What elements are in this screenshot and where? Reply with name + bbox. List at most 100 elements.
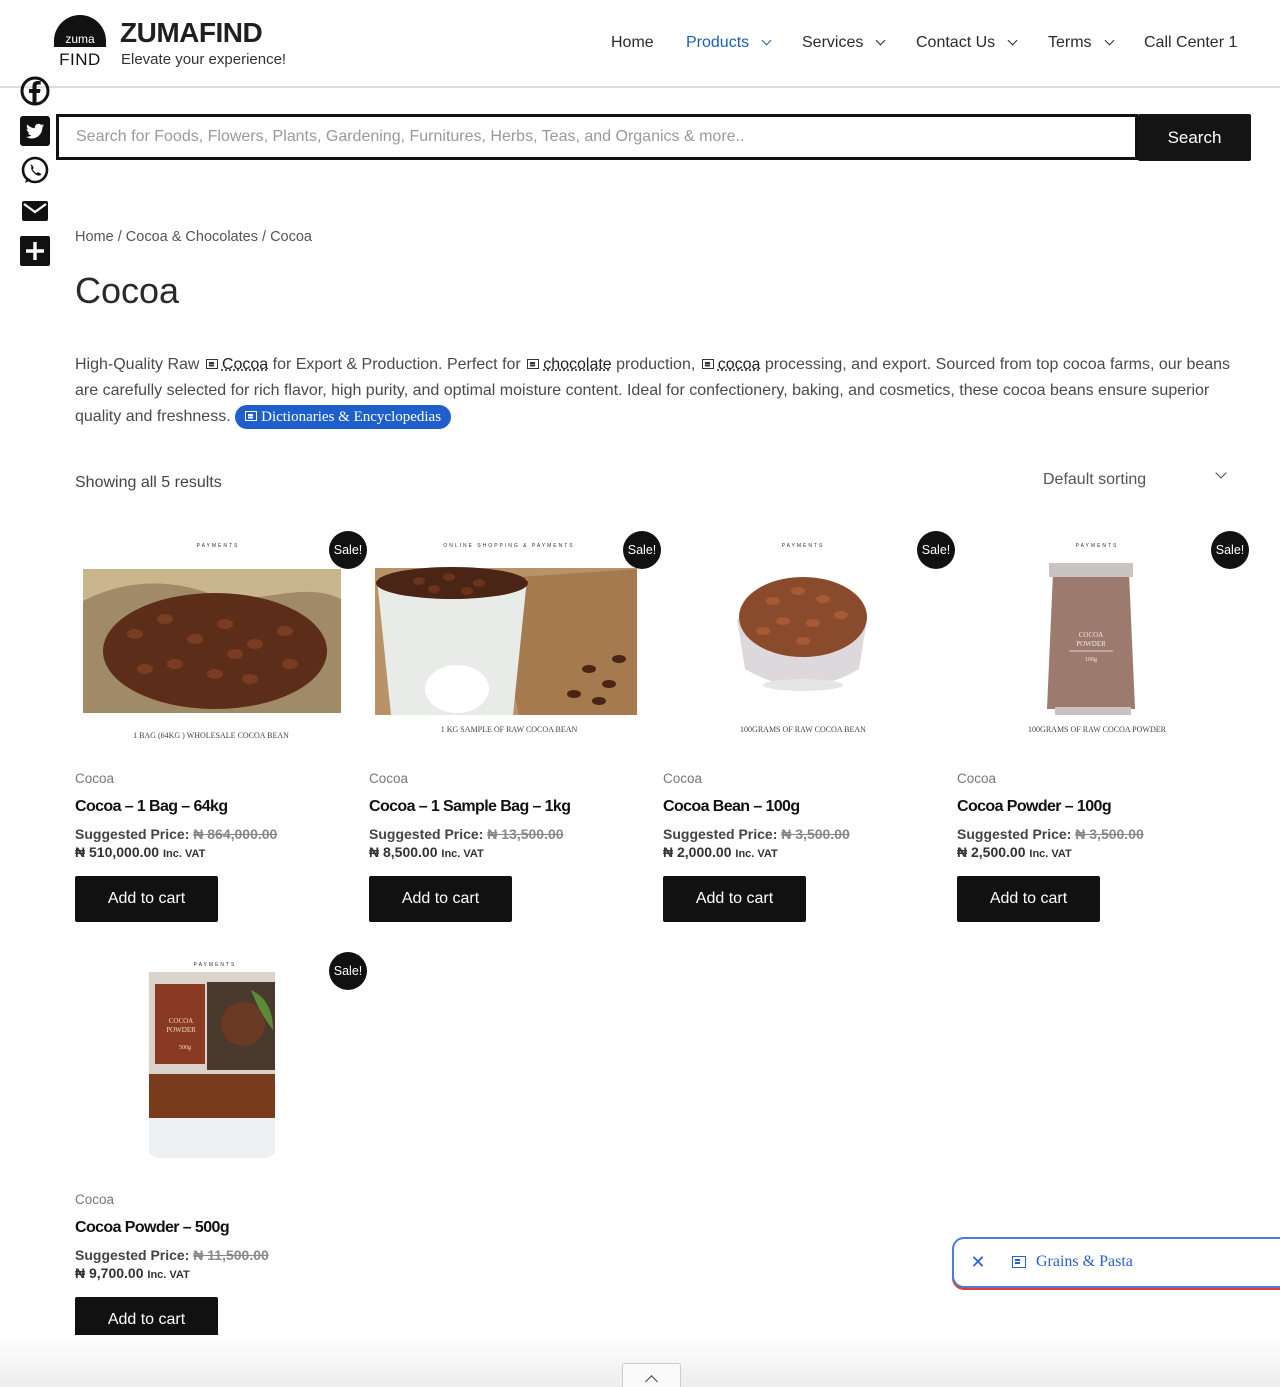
old-price: ₦ 864,000.00 <box>193 826 278 842</box>
dictionary-icon <box>1012 1256 1026 1268</box>
add-to-cart-button[interactable]: Add to cart <box>663 876 806 922</box>
twitter-icon[interactable] <box>18 114 52 148</box>
dictionary-icon <box>205 359 218 369</box>
breadcrumb-category[interactable]: Cocoa & Chocolates <box>126 229 258 245</box>
keyword-link[interactable]: Cocoa <box>222 356 268 373</box>
sale-price: ₦ 8,500.00 Inc. VAT <box>369 844 651 860</box>
product-category[interactable]: Cocoa <box>369 771 651 786</box>
vat-label: Inc. VAT <box>147 1269 190 1281</box>
site-tagline: Elevate your experience! <box>121 51 287 68</box>
dictionaries-pill[interactable]: Dictionaries & Encyclopedias <box>235 405 452 429</box>
image-caption: 100GRAMS OF RAW COCOA BEAN <box>740 725 866 734</box>
sort-select[interactable]: Default sorting <box>1030 466 1235 494</box>
image-caption: 1 KG SAMPLE OF RAW COCOA BEAN <box>441 725 578 734</box>
nav-contact-us[interactable]: Contact Us <box>916 34 1018 52</box>
old-price: ₦ 13,500.00 <box>487 826 564 842</box>
svg-text:100g: 100g <box>1085 657 1097 663</box>
chevron-down-icon <box>875 35 886 46</box>
facebook-icon[interactable] <box>18 74 52 108</box>
search-button[interactable]: Search <box>1138 114 1251 161</box>
product-image[interactable]: PAYMENTS 1 BAG (64KG ) WHOLESALE COCOA B… <box>75 531 367 755</box>
scroll-to-top-button[interactable] <box>622 1363 681 1387</box>
breadcrumb-home[interactable]: Home <box>75 229 114 245</box>
floating-category-chip: ✕ Grains & Pasta <box>952 1237 1280 1288</box>
chevron-down-icon <box>1104 35 1115 46</box>
product-title[interactable]: Cocoa Powder – 500g <box>75 1219 357 1237</box>
email-icon[interactable] <box>18 194 52 228</box>
product-title[interactable]: Cocoa Powder – 100g <box>957 798 1239 816</box>
keyword-link[interactable]: chocolate <box>543 356 612 373</box>
chip-link[interactable]: Grains & Pasta <box>1010 1253 1133 1271</box>
vat-label: Inc. VAT <box>441 848 484 860</box>
product-image[interactable]: PAYMENTS COCOA POWDER 100g 100GRAMS OF R… <box>957 531 1249 755</box>
product-card: PAYMENTS COCOA POWDER 100g 100GRAMS OF R… <box>957 531 1249 922</box>
sale-price: ₦ 9,700.00 Inc. VAT <box>75 1265 357 1281</box>
add-to-cart-button[interactable]: Add to cart <box>957 876 1100 922</box>
product-category[interactable]: Cocoa <box>75 771 357 786</box>
image-caption: 100GRAMS OF RAW COCOA POWDER <box>1028 725 1167 734</box>
logo-text-bottom: FIND <box>59 50 101 69</box>
product-title[interactable]: Cocoa – 1 Bag – 64kg <box>75 798 357 816</box>
social-share-rail <box>18 74 52 274</box>
chip-label: Grains & Pasta <box>1036 1253 1133 1270</box>
site-title[interactable]: ZUMAFIND <box>120 17 263 49</box>
product-title[interactable]: Cocoa Bean – 100g <box>663 798 945 816</box>
product-category[interactable]: Cocoa <box>663 771 945 786</box>
nav-label: Contact Us <box>916 34 996 51</box>
site-logo[interactable]: zuma FIND <box>54 15 106 69</box>
whatsapp-icon[interactable] <box>18 154 52 188</box>
add-to-cart-button[interactable]: Add to cart <box>369 876 512 922</box>
sale-price: ₦ 2,500.00 Inc. VAT <box>957 844 1239 860</box>
sale-badge: Sale! <box>917 531 955 569</box>
product-title[interactable]: Cocoa – 1 Sample Bag – 1kg <box>369 798 651 816</box>
nav-home[interactable]: Home <box>611 34 654 52</box>
suggested-price: Suggested Price: ₦ 3,500.00 <box>957 826 1239 842</box>
share-plus-icon[interactable] <box>18 234 52 268</box>
vat-label: Inc. VAT <box>162 848 206 860</box>
product-category[interactable]: Cocoa <box>75 1192 357 1207</box>
product-image[interactable]: PAYMENTS 100GRAMS OF RAW COCOA BEAN Sale… <box>663 531 955 755</box>
nav-products[interactable]: Products <box>686 34 772 52</box>
sale-badge: Sale! <box>1211 531 1249 569</box>
add-to-cart-button[interactable]: Add to cart <box>75 876 218 922</box>
product-image[interactable]: PAYMENTS COCOA POWDER 500g Sale! <box>75 952 367 1176</box>
nav-label: Products <box>686 34 750 51</box>
category-description: High-Quality Raw Cocoa for Export & Prod… <box>75 352 1235 430</box>
dictionary-icon <box>527 359 540 369</box>
suggested-price: Suggested Price: ₦ 3,500.00 <box>663 826 945 842</box>
keyword-link[interactable]: cocoa <box>718 356 761 373</box>
price-label: Suggested Price: <box>369 826 484 842</box>
suggested-price: Suggested Price: ₦ 13,500.00 <box>369 826 651 842</box>
new-price: ₦ 8,500.00 <box>369 844 438 860</box>
product-image[interactable]: ONLINE SHOPPING & PAYMENTS 1 KG SAMPLE O… <box>369 531 661 755</box>
new-price: ₦ 2,500.00 <box>957 844 1026 860</box>
nav-call-center[interactable]: Call Center 1 <box>1144 34 1237 52</box>
search-field-wrapper <box>56 114 1138 160</box>
nav-label: Call Center 1 <box>1144 34 1238 51</box>
price-label: Suggested Price: <box>663 826 778 842</box>
nav-terms[interactable]: Terms <box>1048 34 1115 52</box>
old-price: ₦ 3,500.00 <box>781 826 850 842</box>
svg-text:500g: 500g <box>179 1045 191 1051</box>
old-price: ₦ 3,500.00 <box>1075 826 1144 842</box>
product-card: PAYMENTS 100GRAMS OF RAW COCOA BEAN Sale… <box>663 531 955 922</box>
vat-label: Inc. VAT <box>1029 848 1072 860</box>
nav-label: Home <box>611 34 654 51</box>
product-card: PAYMENTS COCOA POWDER 500g Sale! Cocoa C… <box>75 952 367 1343</box>
chevron-down-icon <box>761 35 772 46</box>
sale-badge: Sale! <box>329 952 367 990</box>
price-label: Suggested Price: <box>75 1247 190 1263</box>
image-caption: 1 BAG (64KG ) WHOLESALE COCOA BEAN <box>133 731 289 740</box>
close-icon[interactable]: ✕ <box>968 1252 988 1272</box>
sale-price: ₦ 510,000.00 Inc. VAT <box>75 844 357 860</box>
search-input[interactable] <box>59 117 1135 157</box>
chevron-down-icon <box>1215 467 1227 479</box>
nav-services[interactable]: Services <box>802 34 886 52</box>
product-category[interactable]: Cocoa <box>957 771 1239 786</box>
new-price: ₦ 2,000.00 <box>663 844 732 860</box>
price-label: Suggested Price: <box>957 826 1072 842</box>
desc-text: for Export & Production. Perfect for <box>268 356 526 373</box>
svg-text:COCOA: COCOA <box>1079 631 1104 639</box>
dictionary-icon <box>245 411 258 421</box>
image-header: ONLINE SHOPPING & PAYMENTS <box>443 543 574 549</box>
